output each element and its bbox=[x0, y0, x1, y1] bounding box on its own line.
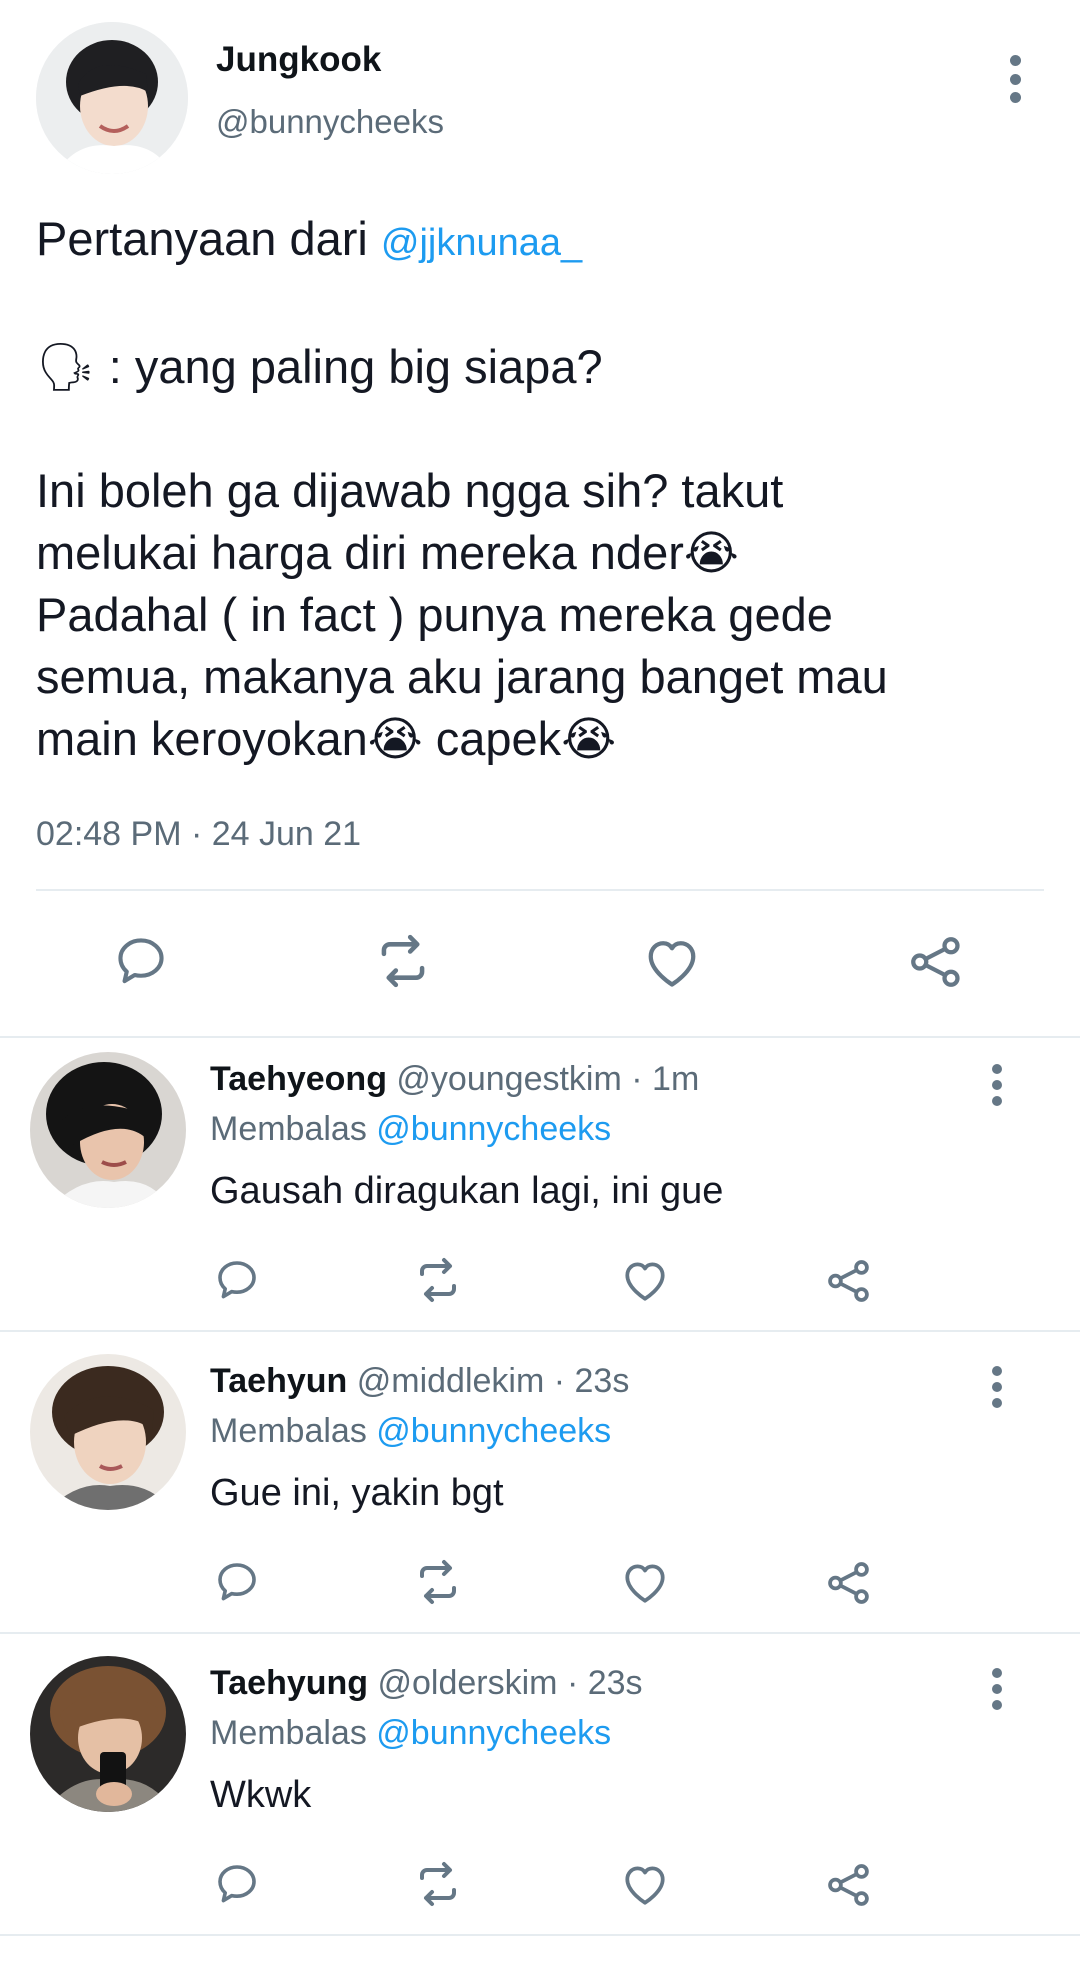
replying-to-link[interactable]: @bunnycheeks bbox=[376, 1714, 611, 1752]
reply-time[interactable]: · 1m bbox=[631, 1060, 699, 1098]
more-options-icon[interactable] bbox=[990, 1668, 1004, 1710]
divider bbox=[0, 1934, 1080, 1936]
tweet-line-question: 🗣 : yang paling big siapa? bbox=[36, 336, 1046, 398]
author-handle[interactable]: @bunnycheeks bbox=[216, 103, 444, 141]
reply-header: Taehyung @olderskim · 23s bbox=[210, 1664, 643, 1703]
tweet-line-5a-text: main keroyokan bbox=[36, 712, 368, 765]
avatar-photo bbox=[30, 1656, 186, 1812]
share-icon[interactable] bbox=[906, 932, 966, 992]
tweet-intro-text: Pertanyaan dari bbox=[36, 212, 381, 265]
reply-text: Gue ini, yakin bgt bbox=[210, 1472, 504, 1514]
reply-icon[interactable] bbox=[213, 1256, 261, 1304]
reply-avatar[interactable] bbox=[30, 1052, 186, 1208]
reply-author-handle[interactable]: @olderskim bbox=[378, 1664, 558, 1702]
author-name[interactable]: Jungkook bbox=[216, 40, 381, 80]
replying-to: Membalas @bunnycheeks bbox=[210, 1412, 611, 1451]
reply-header: Taehyun @middlekim · 23s bbox=[210, 1362, 629, 1401]
crying-emoji: 😭 bbox=[683, 526, 739, 579]
reply-text: Gausah diragukan lagi, ini gue bbox=[210, 1170, 724, 1212]
tweet-line-2-text: melukai harga diri mereka nder bbox=[36, 526, 684, 579]
reply-author-handle[interactable]: @middlekim bbox=[357, 1362, 545, 1400]
retweet-icon[interactable] bbox=[412, 1558, 464, 1606]
reply-text: Wkwk bbox=[210, 1774, 312, 1816]
reply-avatar[interactable] bbox=[30, 1354, 186, 1510]
reply-icon[interactable] bbox=[213, 1558, 261, 1606]
reply-header: Taehyeong @youngestkim · 1m bbox=[210, 1060, 699, 1099]
crying-emoji: 😭 bbox=[367, 712, 423, 765]
retweet-icon[interactable] bbox=[412, 1256, 464, 1304]
reply-time[interactable]: · 23s bbox=[554, 1362, 630, 1400]
tweet-line-3: Padahal ( in fact ) punya mereka gede bbox=[36, 588, 833, 641]
reply-author-name[interactable]: Taehyun bbox=[210, 1362, 347, 1400]
tweet-line-5: main keroyokan😭 capek😭 bbox=[36, 708, 1046, 770]
reply-avatar[interactable] bbox=[30, 1656, 186, 1812]
tweet-body: Pertanyaan dari @jjknunaa_ 🗣 : yang pali… bbox=[36, 208, 1046, 770]
crying-emoji: 😭 bbox=[561, 712, 617, 765]
speaking-head-emoji: 🗣 bbox=[36, 340, 96, 393]
replying-to-link[interactable]: @bunnycheeks bbox=[376, 1110, 611, 1148]
like-icon[interactable] bbox=[620, 1861, 670, 1907]
avatar-photo bbox=[30, 1052, 186, 1208]
reply-time[interactable]: · 23s bbox=[567, 1664, 643, 1702]
tweet-timestamp[interactable]: 02:48 PM · 24 Jun 21 bbox=[36, 815, 361, 854]
divider bbox=[36, 889, 1044, 891]
tweet-line-2: melukai harga diri mereka nder😭 bbox=[36, 522, 1046, 584]
more-options-icon[interactable] bbox=[1008, 55, 1022, 103]
retweet-icon[interactable] bbox=[412, 1860, 464, 1908]
more-options-icon[interactable] bbox=[990, 1064, 1004, 1106]
replying-to-link[interactable]: @bunnycheeks bbox=[376, 1412, 611, 1450]
avatar-photo bbox=[36, 22, 188, 174]
replying-label: Membalas bbox=[210, 1110, 377, 1148]
mention-link[interactable]: @jjknunaa_ bbox=[381, 222, 582, 264]
avatar-photo bbox=[30, 1354, 186, 1510]
reply-author-name[interactable]: Taehyung bbox=[210, 1664, 368, 1702]
tweet-line-5b-text: capek bbox=[422, 712, 562, 765]
like-icon[interactable] bbox=[620, 1559, 670, 1605]
reply-icon[interactable] bbox=[213, 1860, 261, 1908]
share-icon[interactable] bbox=[824, 1558, 874, 1608]
share-icon[interactable] bbox=[824, 1860, 874, 1910]
question-text: : yang paling big siapa? bbox=[95, 340, 603, 393]
tweet-line-intro: Pertanyaan dari @jjknunaa_ bbox=[36, 208, 1046, 274]
reply-author-handle[interactable]: @youngestkim bbox=[396, 1060, 621, 1098]
tweet-line-1: Ini boleh ga dijawab ngga sih? takut bbox=[36, 464, 784, 517]
reply-icon[interactable] bbox=[112, 932, 170, 990]
more-options-icon[interactable] bbox=[990, 1366, 1004, 1408]
replying-label: Membalas bbox=[210, 1412, 377, 1450]
retweet-icon[interactable] bbox=[372, 932, 434, 990]
share-icon[interactable] bbox=[824, 1256, 874, 1306]
reply-author-name[interactable]: Taehyeong bbox=[210, 1060, 387, 1098]
divider bbox=[0, 1330, 1080, 1332]
replying-label: Membalas bbox=[210, 1714, 377, 1752]
replying-to: Membalas @bunnycheeks bbox=[210, 1714, 611, 1753]
divider bbox=[0, 1036, 1080, 1038]
like-icon[interactable] bbox=[620, 1257, 670, 1303]
replying-to: Membalas @bunnycheeks bbox=[210, 1110, 611, 1149]
tweet-line-4: semua, makanya aku jarang banget mau bbox=[36, 650, 888, 703]
like-icon[interactable] bbox=[642, 934, 702, 990]
author-avatar[interactable] bbox=[36, 22, 188, 174]
divider bbox=[0, 1632, 1080, 1634]
